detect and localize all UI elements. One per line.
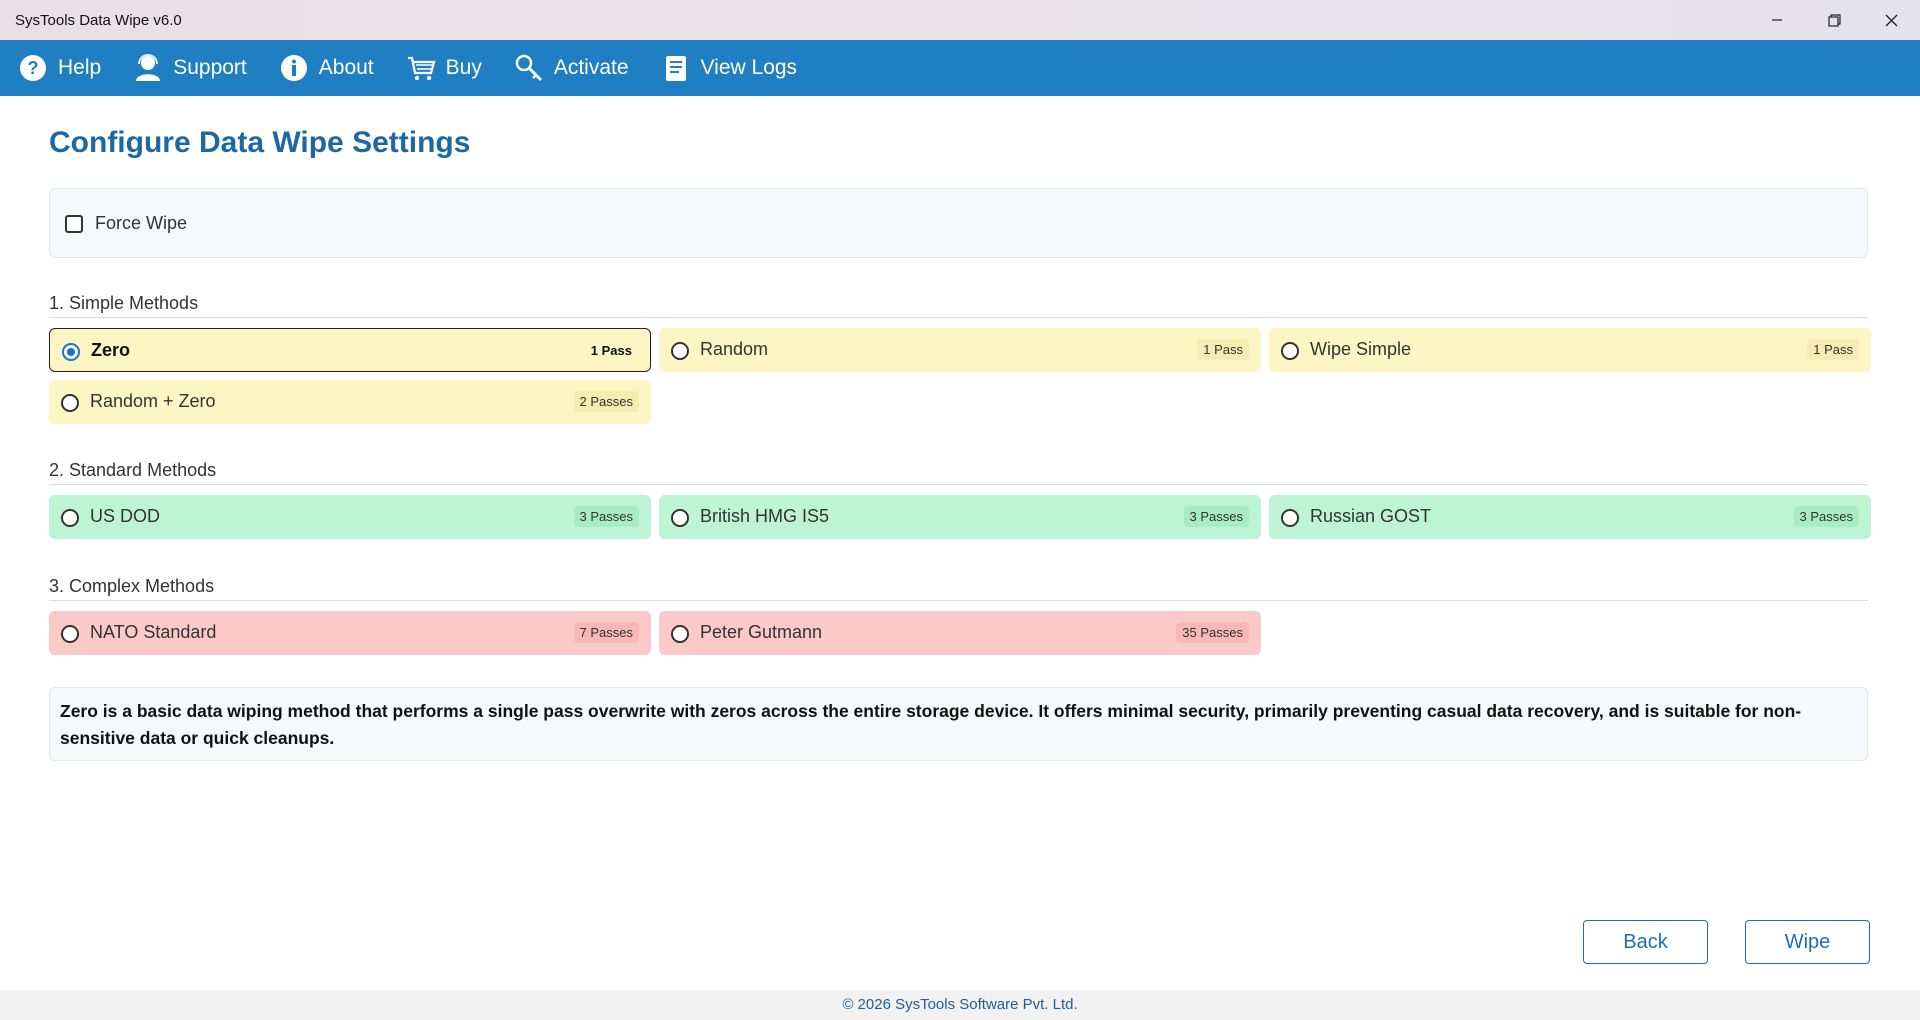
method-label: Random + Zero [90, 391, 216, 411]
divider [49, 484, 1868, 485]
divider [49, 600, 1868, 601]
support-icon [136, 54, 161, 81]
method-label: Zero [91, 340, 131, 360]
method-wipe-simple[interactable]: Wipe Simple 1 Pass [1269, 328, 1871, 372]
footer-copyright: © 2026 SysTools Software Pvt. Ltd. [0, 990, 1920, 1020]
restore-icon [1827, 13, 1841, 27]
force-wipe-checkbox[interactable] [65, 215, 83, 233]
wipe-button[interactable]: Wipe [1745, 920, 1870, 964]
restore-button[interactable] [1806, 0, 1862, 40]
logs-icon [665, 56, 686, 81]
method-label: Random [700, 339, 769, 359]
force-wipe-label[interactable]: Force Wipe [95, 213, 187, 234]
radio-button[interactable] [61, 509, 79, 527]
pass-badge: 7 Passes [573, 622, 639, 643]
menu-about[interactable]: About [279, 40, 374, 96]
pass-badge: 1 Pass [590, 343, 632, 358]
menu-buy[interactable]: Buy [406, 40, 482, 96]
method-label: Russian GOST [1310, 506, 1432, 526]
method-british-hmg[interactable]: British HMG IS5 3 Passes [659, 495, 1261, 539]
minimize-button[interactable] [1749, 0, 1805, 40]
radio-button[interactable] [62, 343, 80, 361]
radio-button[interactable] [1281, 509, 1299, 527]
method-label: NATO Standard [90, 622, 217, 642]
method-russian-gost[interactable]: Russian GOST 3 Passes [1269, 495, 1871, 539]
menu-activate[interactable]: Activate [514, 40, 629, 96]
pass-badge: 3 Passes [1793, 506, 1859, 527]
pass-badge: 1 Pass [1807, 339, 1859, 360]
minimize-icon [1772, 19, 1782, 21]
svg-text:?: ? [28, 58, 39, 78]
menu-view-logs[interactable]: View Logs [661, 40, 797, 96]
pass-badge: 2 Passes [573, 391, 639, 412]
page-title: Configure Data Wipe Settings [49, 126, 471, 159]
method-label: Peter Gutmann [700, 622, 823, 642]
window-title: SysTools Data Wipe v6.0 [15, 12, 182, 29]
method-nato[interactable]: NATO Standard 7 Passes [49, 611, 651, 655]
section-standard-title: 2. Standard Methods [49, 460, 217, 480]
divider [49, 317, 1868, 318]
method-label: US DOD [90, 506, 161, 526]
pass-badge: 1 Pass [1197, 339, 1249, 360]
radio-button[interactable] [61, 625, 79, 643]
method-label: Wipe Simple [1310, 339, 1412, 359]
force-wipe-panel: Force Wipe [49, 188, 1868, 258]
method-description: Zero is a basic data wiping method that … [49, 687, 1868, 761]
title-bar: SysTools Data Wipe v6.0 [0, 0, 1920, 40]
menu-support[interactable]: Support [133, 40, 247, 96]
radio-button[interactable] [671, 625, 689, 643]
section-simple-title: 1. Simple Methods [49, 293, 199, 313]
menu-bar: ? Help Support About Buy Activate View L… [0, 40, 1920, 96]
key-icon [515, 54, 542, 82]
pass-badge: 3 Passes [1183, 506, 1249, 527]
section-complex-title: 3. Complex Methods [49, 576, 215, 596]
close-icon [1885, 14, 1897, 26]
method-random[interactable]: Random 1 Pass [659, 328, 1261, 372]
radio-button[interactable] [671, 342, 689, 360]
method-random-zero[interactable]: Random + Zero 2 Passes [49, 380, 651, 424]
menu-help[interactable]: ? Help [18, 40, 101, 96]
radio-button[interactable] [1281, 342, 1299, 360]
method-label: British HMG IS5 [700, 506, 830, 526]
method-gutmann[interactable]: Peter Gutmann 35 Passes [659, 611, 1261, 655]
help-icon: ? [20, 55, 46, 81]
back-button[interactable]: Back [1583, 920, 1708, 964]
pass-badge: 35 Passes [1176, 622, 1249, 643]
close-button[interactable] [1863, 0, 1919, 40]
radio-button[interactable] [61, 394, 79, 412]
pass-badge: 3 Passes [573, 506, 639, 527]
radio-button[interactable] [671, 509, 689, 527]
method-zero[interactable]: Zero 1 Pass [49, 328, 651, 372]
method-us-dod[interactable]: US DOD 3 Passes [49, 495, 651, 539]
info-icon [280, 55, 307, 81]
cart-icon [407, 56, 436, 81]
